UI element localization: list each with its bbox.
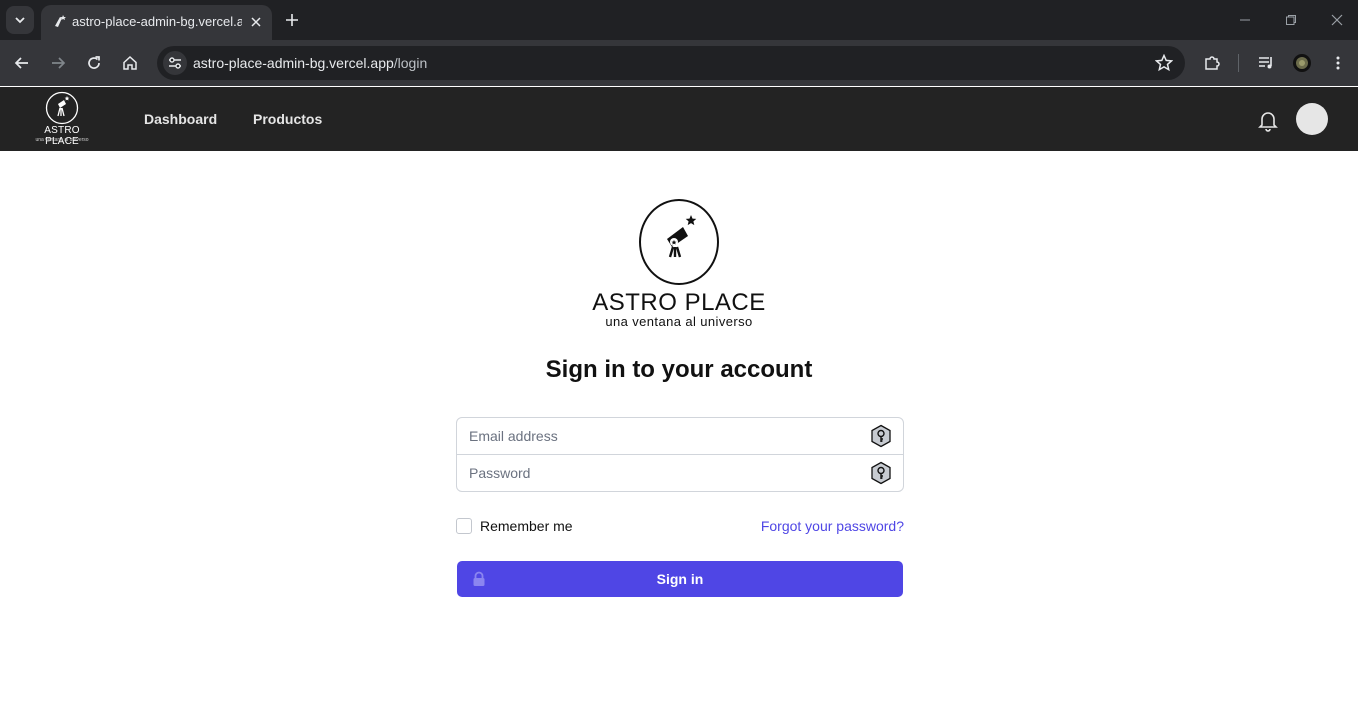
back-button[interactable] (10, 51, 34, 75)
tab-search-button[interactable] (6, 6, 34, 34)
url-text[interactable]: astro-place-admin-bg.vercel.app/login (193, 55, 427, 71)
bell-icon[interactable] (1256, 108, 1280, 132)
telescope-favicon-icon (55, 15, 66, 27)
password-manager-key-icon[interactable] (869, 424, 893, 448)
close-icon (1331, 14, 1343, 26)
telescope-logo-icon (667, 215, 697, 258)
minimize-button[interactable] (1233, 8, 1257, 32)
login-fields (456, 417, 904, 492)
header-logo-subtitle: una ventana al universo (35, 137, 89, 143)
header-logo-title: ASTRO PLACE (44, 125, 80, 147)
home-icon (123, 55, 137, 70)
profile-avatar-icon (1293, 54, 1311, 72)
sign-in-label: Sign in (656, 571, 704, 587)
forgot-password-link[interactable]: Forgot your password? (761, 518, 904, 534)
brand-logo: ASTRO PLACE una ventana al universo (579, 197, 779, 337)
toolbar-separator (1238, 54, 1239, 72)
header-logo[interactable]: ASTRO PLACE una ventana al universo (29, 91, 95, 147)
password-manager-key-icon[interactable] (869, 461, 893, 485)
arrow-left-icon (14, 57, 28, 69)
extensions-button[interactable] (1200, 51, 1224, 75)
app-header: ASTRO PLACE una ventana al universo Dash… (0, 87, 1358, 151)
email-field[interactable] (469, 426, 859, 446)
restore-button[interactable] (1279, 8, 1303, 32)
brand-subtitle: una ventana al universo (605, 314, 753, 329)
sign-in-button[interactable]: Sign in (457, 561, 903, 597)
bookmark-star-icon[interactable] (1155, 54, 1173, 72)
email-field-wrapper (457, 418, 903, 455)
browser-menu-button[interactable] (1326, 51, 1350, 75)
password-field-wrapper (457, 455, 903, 492)
close-window-button[interactable] (1325, 8, 1349, 32)
browser-tab-bar: astro-place-admin-bg.vercel.app/login (0, 0, 1358, 40)
browser-toolbar: astro-place-admin-bg.vercel.app/login (0, 40, 1358, 86)
home-button[interactable] (118, 51, 142, 75)
browser-tab[interactable]: astro-place-admin-bg.vercel.app/login (41, 5, 272, 40)
reload-icon (88, 56, 100, 69)
url-path: /login (393, 55, 428, 71)
tab-title: astro-place-admin-bg.vercel.app/login (72, 14, 242, 29)
close-icon (251, 17, 261, 27)
tab-close-button[interactable] (247, 13, 265, 31)
playlist-icon (1259, 57, 1272, 69)
brand-title: ASTRO PLACE (592, 289, 766, 316)
restore-icon (1286, 15, 1296, 25)
telescope-logo-icon (45, 91, 79, 125)
minimize-icon (1240, 19, 1250, 21)
password-field[interactable] (469, 463, 859, 483)
forward-button[interactable] (46, 51, 70, 75)
nav-link-dashboard[interactable]: Dashboard (144, 111, 217, 127)
chevron-down-icon (15, 17, 25, 24)
new-tab-button[interactable] (281, 9, 303, 31)
remember-me-label[interactable]: Remember me (480, 518, 573, 534)
page-title: Sign in to your account (545, 356, 813, 383)
nav-link-productos[interactable]: Productos (253, 111, 322, 127)
puzzle-icon (1205, 56, 1220, 70)
remember-me-checkbox[interactable] (456, 518, 472, 534)
media-controls-button[interactable] (1254, 51, 1278, 75)
address-bar[interactable]: astro-place-admin-bg.vercel.app/login (157, 46, 1185, 80)
site-info-button[interactable] (163, 51, 187, 75)
user-avatar[interactable] (1296, 103, 1328, 135)
plus-icon (286, 14, 298, 26)
url-host: astro-place-admin-bg.vercel.app (193, 55, 394, 71)
profile-button[interactable] (1290, 51, 1314, 75)
arrow-right-icon (52, 57, 66, 69)
reload-button[interactable] (82, 51, 106, 75)
tune-icon (169, 57, 181, 69)
more-vertical-icon (1336, 56, 1340, 70)
